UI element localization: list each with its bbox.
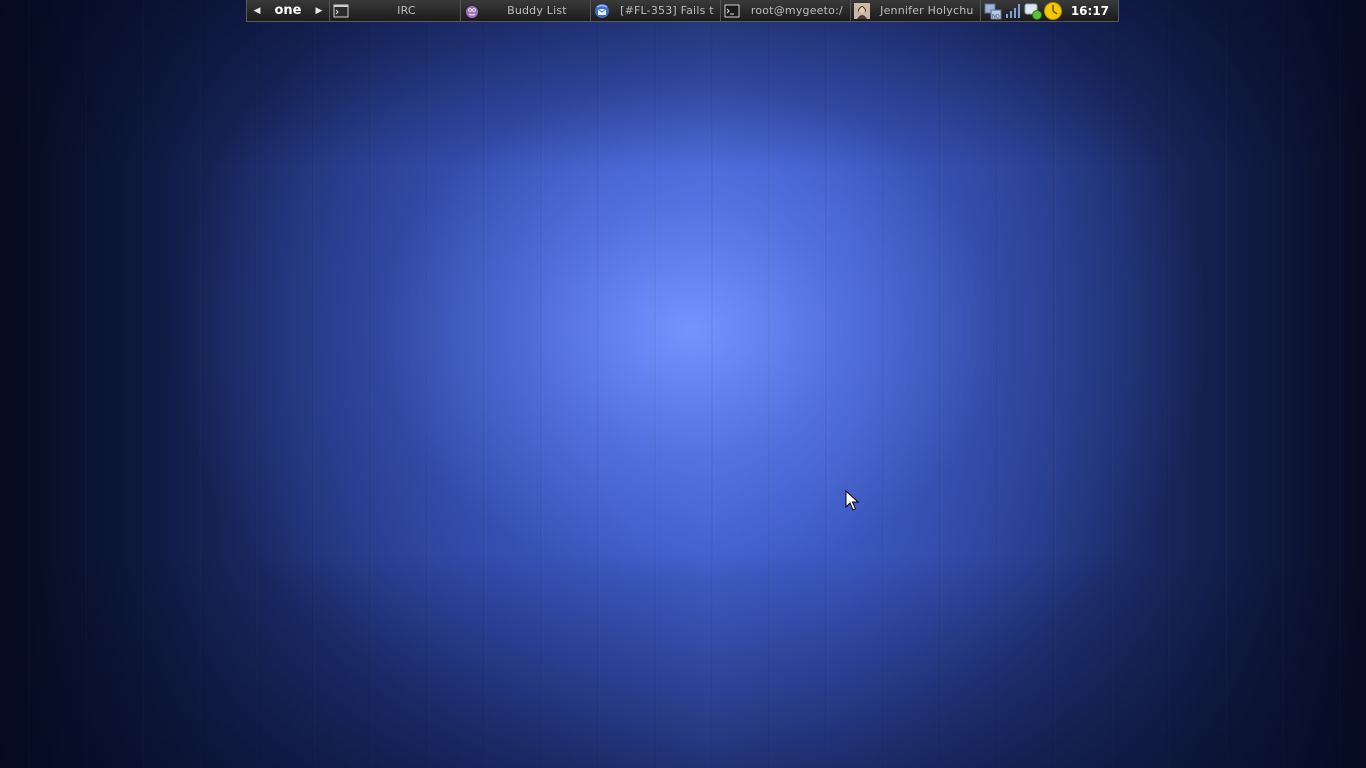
svg-text:NO: NO — [992, 14, 1000, 20]
clock-applet-icon[interactable] — [1043, 1, 1063, 21]
thunderbird-icon — [594, 3, 610, 19]
signal-strength-icon[interactable] — [1003, 1, 1023, 21]
chat-status-icon[interactable] — [1023, 1, 1043, 21]
task-buddy-list[interactable]: Buddy List — [459, 0, 590, 22]
task-label: Buddy List — [507, 4, 567, 17]
task-jennifer-holychu[interactable]: Jennifer Holychu — [849, 0, 980, 22]
desktop-background — [0, 0, 1366, 768]
mouse-pointer-icon — [845, 490, 859, 511]
task-label: root@mygeeto:/ — [750, 4, 843, 17]
task-root-terminal[interactable]: root@mygeeto:/ — [719, 0, 850, 22]
next-desktop-button[interactable]: ▶ — [309, 0, 329, 22]
pidgin-icon — [464, 3, 480, 19]
task-thunderbird[interactable]: [#FL-353] Fails t — [589, 0, 720, 22]
terminal-icon — [333, 3, 349, 19]
task-label: [#FL-353] Fails t — [620, 4, 714, 17]
top-panel: ◀ one ▶ IRC Buddy List [#FL-353] Fails t… — [246, 0, 1119, 22]
terminal-icon — [724, 3, 740, 19]
desktop-name: one — [274, 3, 302, 18]
system-tray: NO 16:17 — [979, 0, 1118, 22]
task-label: IRC — [397, 4, 416, 17]
task-irc[interactable]: IRC — [328, 0, 460, 22]
task-label: Jennifer Holychu — [880, 4, 974, 17]
avatar-icon — [853, 2, 870, 19]
clock-time[interactable]: 16:17 — [1063, 4, 1118, 18]
network-manager-icon[interactable]: NO — [983, 1, 1003, 21]
previous-desktop-button[interactable]: ◀ — [247, 0, 267, 22]
